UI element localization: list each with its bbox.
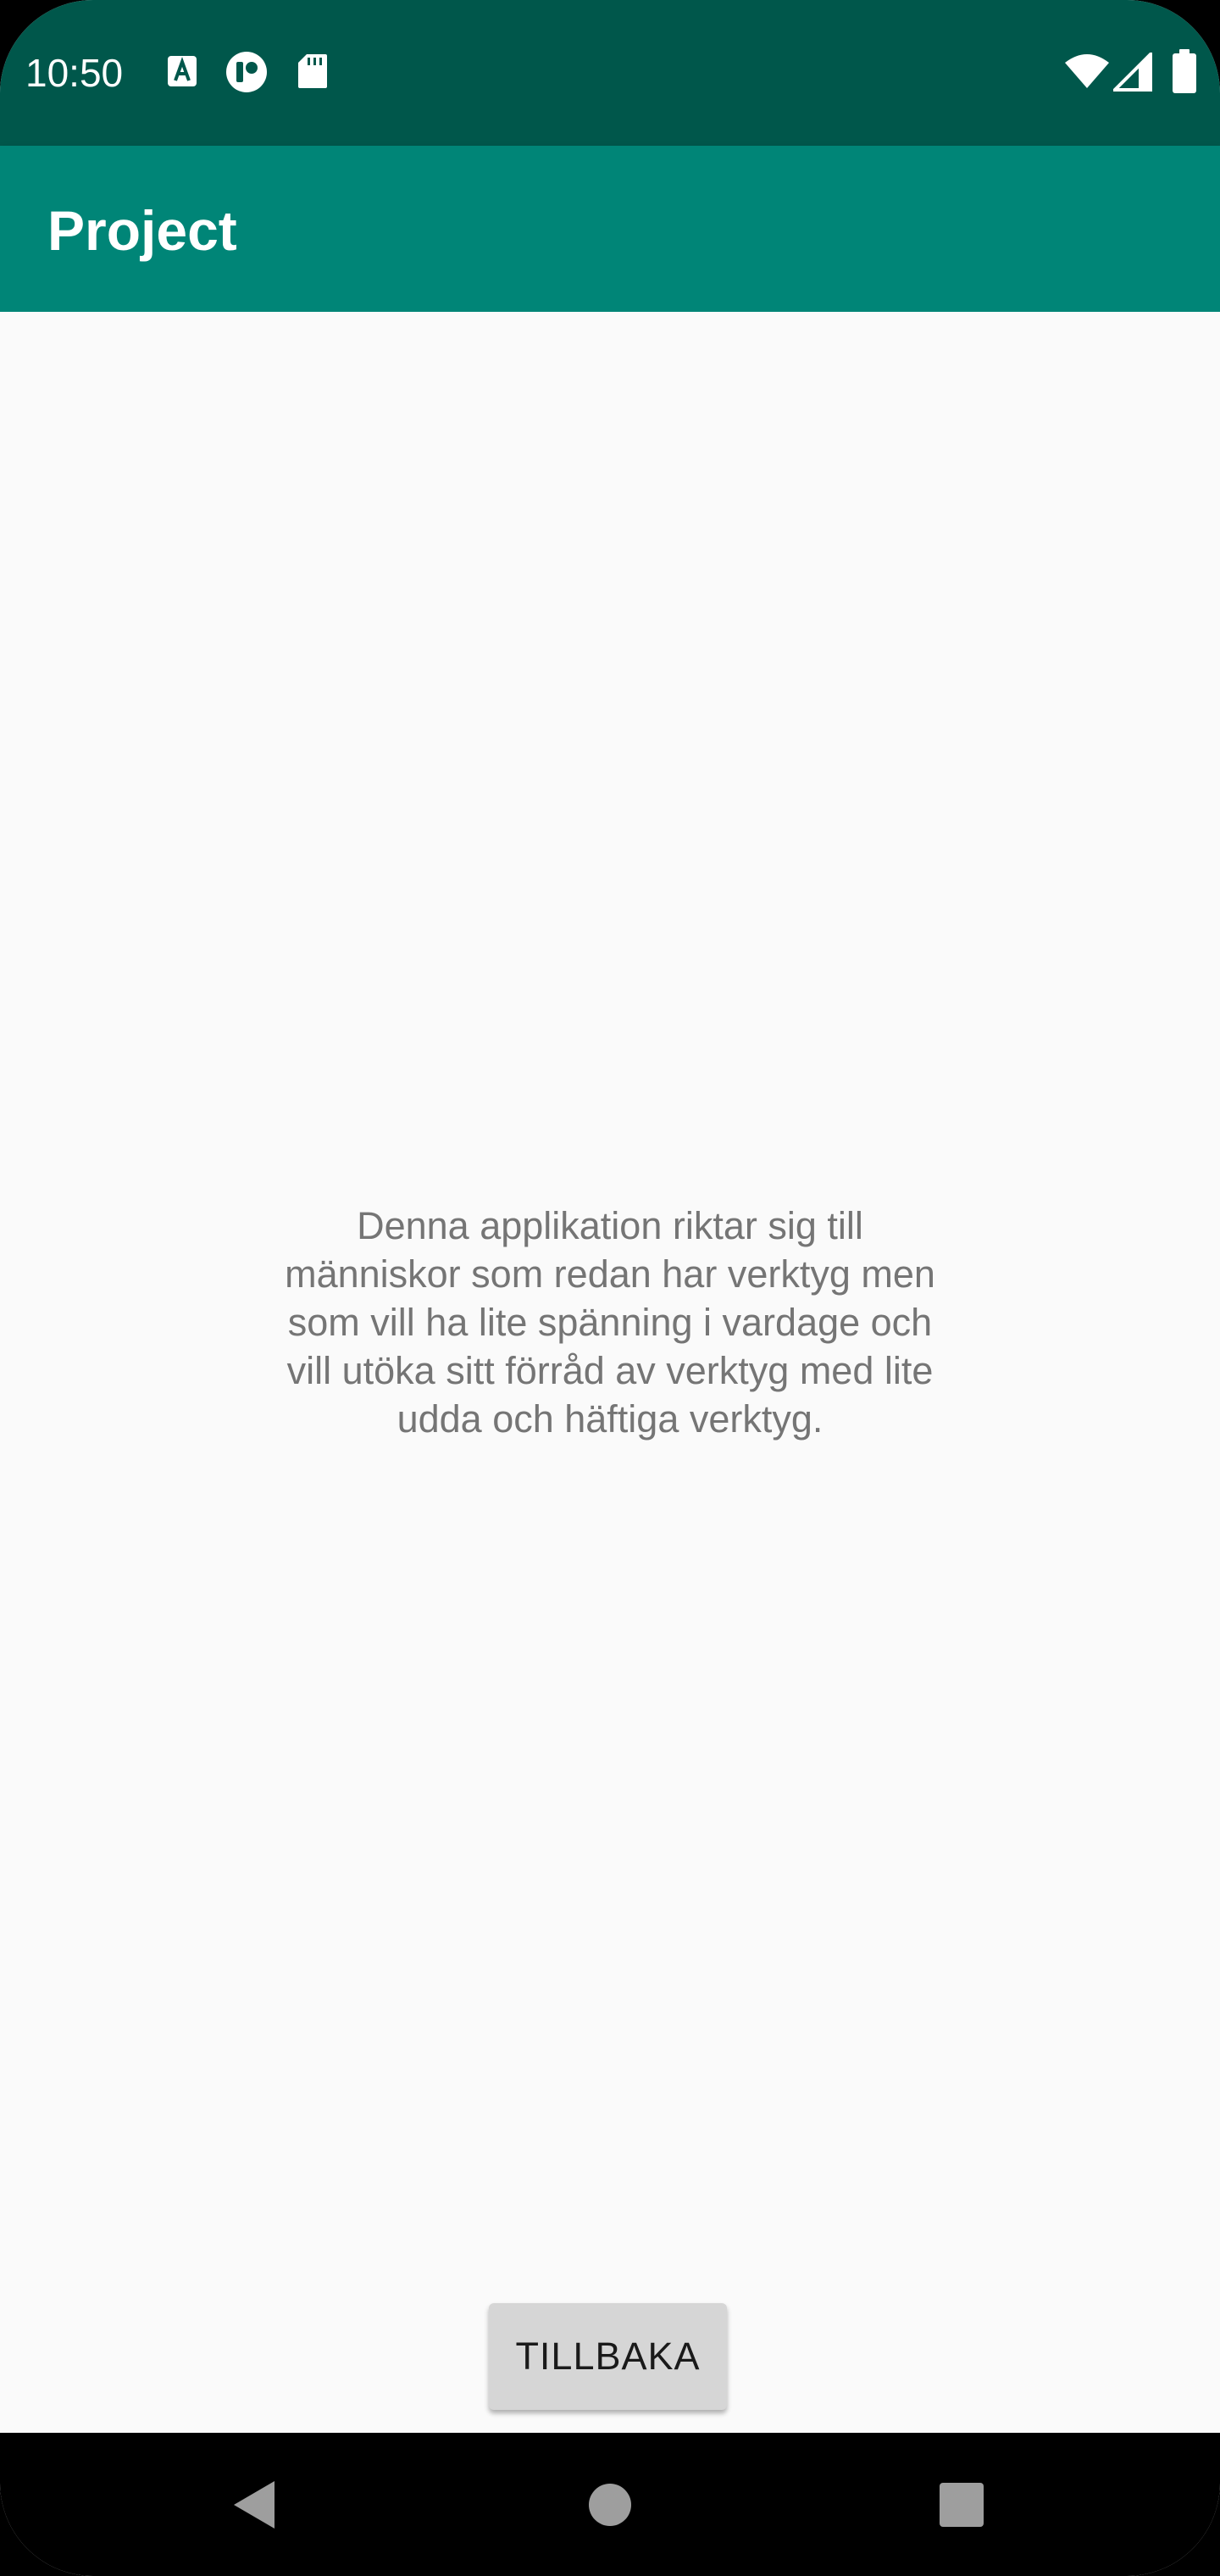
description-text: Denna applikation riktar sig till männis… — [285, 1204, 935, 1441]
app-bar: Project — [0, 146, 1220, 312]
app-title: Project — [47, 199, 237, 262]
main-content: Denna applikation riktar sig till männis… — [0, 312, 1220, 2433]
sd-card-icon — [297, 53, 329, 94]
navigation-bar — [0, 2433, 1220, 2576]
recents-square-icon[interactable] — [923, 2433, 1000, 2576]
battery-icon — [1173, 49, 1196, 97]
phone-screen: 10:50 Project Denna applikation riktar s… — [0, 0, 1220, 2576]
accessibility-a-icon — [166, 54, 198, 92]
status-bar: 10:50 — [0, 0, 1220, 146]
cell-signal-icon — [1111, 50, 1152, 96]
back-button[interactable]: TILLBAKA — [489, 2303, 727, 2410]
wifi-icon — [1064, 54, 1110, 94]
status-time: 10:50 — [25, 51, 124, 95]
home-circle-icon[interactable] — [572, 2433, 648, 2576]
media-icon — [225, 51, 268, 97]
back-triangle-icon[interactable] — [216, 2433, 292, 2576]
